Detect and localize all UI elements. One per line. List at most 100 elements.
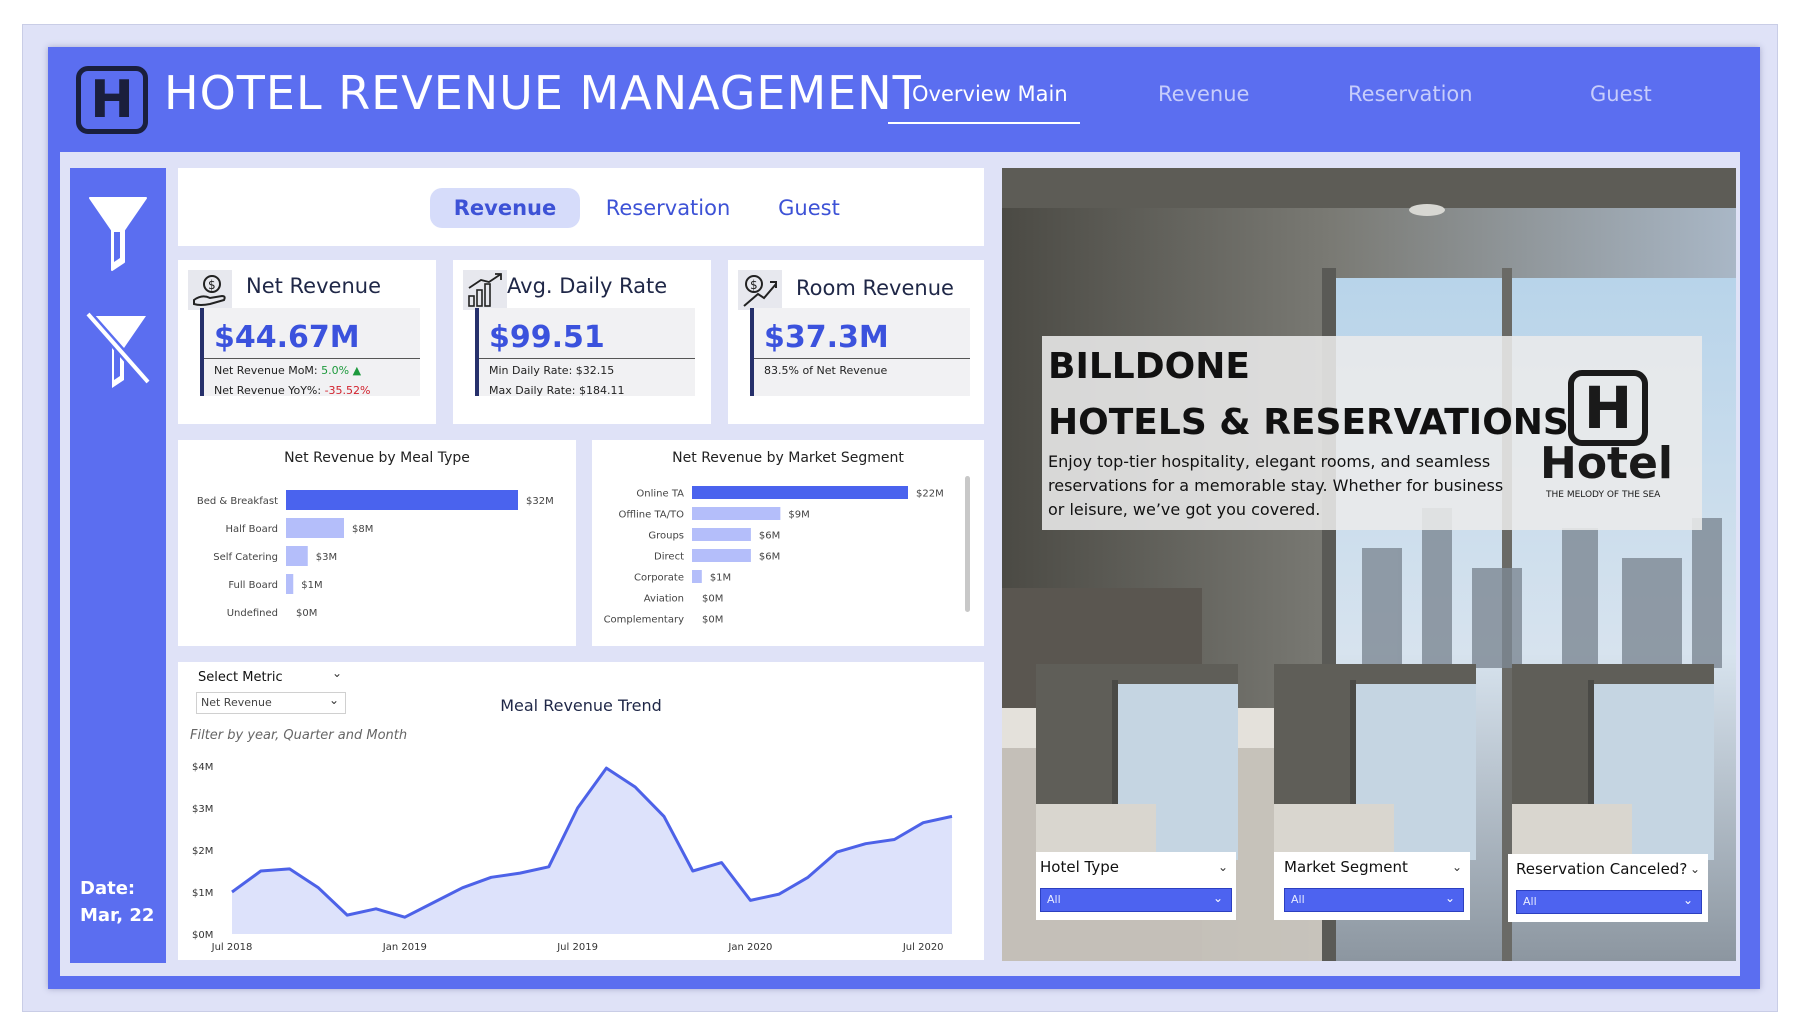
kpi-divider — [754, 358, 970, 359]
kpi-value: $37.3M — [764, 320, 889, 355]
x-tick-label: Jul 2020 — [902, 942, 944, 953]
sidebar — [70, 168, 166, 963]
clear-filter-icon[interactable] — [84, 310, 152, 390]
category-label: Full Board — [228, 580, 278, 591]
kpi-mom-value: 5.0% — [321, 364, 350, 377]
tab-revenue[interactable]: Revenue — [1158, 82, 1249, 106]
y-tick-label: $3M — [192, 804, 213, 815]
tab-guest[interactable]: Guest — [1590, 82, 1652, 106]
tab-overview-main[interactable]: Overview Main — [912, 82, 1068, 106]
page-title: HOTEL REVENUE MANAGEMENT — [164, 66, 922, 120]
slicer-hotel-type[interactable]: Hotel Type ⌄ All ⌄ — [1036, 852, 1236, 920]
slicer-dropdown[interactable]: All ⌄ — [1516, 890, 1702, 914]
hotel-logo: H — [1568, 370, 1648, 446]
data-label: $0M — [702, 615, 723, 626]
date-display: Date: Mar, 22 — [80, 875, 154, 929]
svg-text:$: $ — [750, 278, 758, 292]
bar — [692, 570, 702, 583]
kpi-divider — [204, 358, 420, 359]
money-hand-icon: $ — [188, 270, 232, 310]
date-value: Mar, 22 — [80, 905, 155, 926]
slicer-market-segment[interactable]: Market Segment ⌄ All ⌄ — [1274, 852, 1470, 920]
slicer-dropdown[interactable]: All ⌄ — [1284, 888, 1464, 912]
logo-letter: H — [90, 70, 134, 130]
kpi-mom-label: Net Revenue MoM: — [214, 364, 318, 377]
room-thumbnail-2 — [1274, 664, 1476, 860]
hotel-logo-tagline: THE MELODY OF THE SEA — [1546, 490, 1661, 500]
category-label: Complementary — [604, 615, 685, 626]
chart-scrollbar[interactable] — [965, 476, 970, 612]
kpi-title: Avg. Daily Rate — [507, 274, 668, 298]
data-label: $8M — [352, 524, 373, 535]
kpi-title: Room Revenue — [796, 276, 954, 300]
market-segment-chart: Net Revenue by Market Segment Online TA $… — [592, 440, 984, 646]
bar — [286, 490, 518, 510]
subtab-revenue[interactable]: Revenue — [430, 188, 580, 228]
y-tick-label: $4M — [192, 762, 213, 773]
data-label: $0M — [702, 594, 723, 605]
bar — [692, 549, 751, 562]
data-label: $1M — [710, 573, 731, 584]
data-label: $3M — [316, 552, 337, 563]
slicer-value: All — [1291, 893, 1305, 906]
kpi-card-net-revenue: $ Net Revenue $44.67M Net Revenue MoM: 5… — [178, 260, 436, 424]
room-thumbnail-1 — [1036, 664, 1238, 860]
kpi-max-rate: Max Daily Rate: $184.11 — [489, 384, 625, 397]
y-tick-label: $0M — [192, 930, 213, 941]
slicer-value: All — [1523, 895, 1537, 908]
data-label: $6M — [759, 531, 780, 542]
meal-type-bars: Bed & Breakfast $32M Half Board $8M Self Cat… — [197, 490, 554, 619]
y-tick-label: $2M — [192, 846, 213, 857]
category-label: Self Catering — [213, 552, 278, 563]
meal-type-chart: Net Revenue by Meal Type Bed & Breakfast… — [178, 440, 576, 646]
kpi-mom: Net Revenue MoM: 5.0% ▲ — [214, 364, 361, 377]
slicer-value: All — [1047, 893, 1061, 906]
hotel-logo-word: Hotel — [1540, 438, 1674, 489]
trend-area-plot: $0M $1M $2M $3M $4M Jul 2018 Jan 2019 Jul 2019 J… — [192, 762, 953, 953]
kpi-title: Net Revenue — [246, 274, 381, 298]
tab-reservation[interactable]: Reservation — [1348, 82, 1473, 106]
kpi-min-rate: Min Daily Rate: $32.15 — [489, 364, 615, 377]
data-label: $1M — [301, 580, 322, 591]
category-label: Offline TA/TO — [618, 510, 684, 521]
chevron-down-icon: ⌄ — [1212, 891, 1223, 905]
subtab-reservation[interactable]: Reservation — [582, 188, 754, 228]
kpi-value-box: $44.67M Net Revenue MoM: 5.0% ▲ Net Reve… — [204, 308, 420, 397]
kpi-share: 83.5% of Net Revenue — [764, 364, 888, 377]
data-label: $6M — [759, 552, 780, 563]
bar — [286, 574, 294, 594]
category-label: Corporate — [634, 573, 684, 584]
kpi-yoy: Net Revenue YoY%: -35.52% — [214, 384, 371, 397]
chevron-down-icon: ⌄ — [1444, 891, 1455, 905]
bar — [692, 507, 781, 520]
bar — [286, 518, 344, 538]
chevron-down-icon[interactable]: ⌄ — [1218, 860, 1228, 874]
filter-icon[interactable] — [84, 192, 152, 272]
category-label: Half Board — [225, 524, 278, 535]
subtab-guest[interactable]: Guest — [738, 188, 880, 228]
slicer-reservation-canceled[interactable]: Reservation Canceled? ⌄ All ⌄ — [1508, 854, 1708, 922]
promo-description: Enjoy top-tier hospitality, elegant room… — [1048, 452, 1504, 519]
x-tick-label: Jan 2020 — [727, 942, 772, 953]
sub-tab-bar: Revenue Reservation Guest — [178, 168, 984, 246]
x-tick-label: Jul 2018 — [211, 942, 253, 953]
kpi-value-box: $99.51 Min Daily Rate: $32.15 Max Daily … — [479, 308, 695, 397]
data-label: $9M — [788, 510, 809, 521]
chevron-down-icon[interactable]: ⌄ — [1452, 860, 1462, 874]
category-label: Groups — [648, 531, 684, 542]
bar — [286, 546, 308, 566]
promo-headline: HOTELS & RESERVATIONS — [1048, 402, 1569, 443]
kpi-yoy-value: -35.52% — [324, 384, 371, 397]
category-label: Aviation — [644, 594, 684, 605]
app-logo: H — [76, 66, 148, 134]
slicer-dropdown[interactable]: All ⌄ — [1040, 888, 1232, 912]
data-label: $32M — [526, 496, 554, 507]
chevron-down-icon[interactable]: ⌄ — [1690, 862, 1700, 876]
slicer-label: Market Segment — [1284, 858, 1408, 876]
kpi-value: $99.51 — [489, 320, 605, 355]
category-label: Online TA — [636, 489, 684, 500]
y-tick-label: $1M — [192, 888, 213, 899]
kpi-value: $44.67M — [214, 320, 360, 355]
active-tab-indicator — [888, 122, 1080, 124]
x-tick-label: Jul 2019 — [556, 942, 598, 953]
